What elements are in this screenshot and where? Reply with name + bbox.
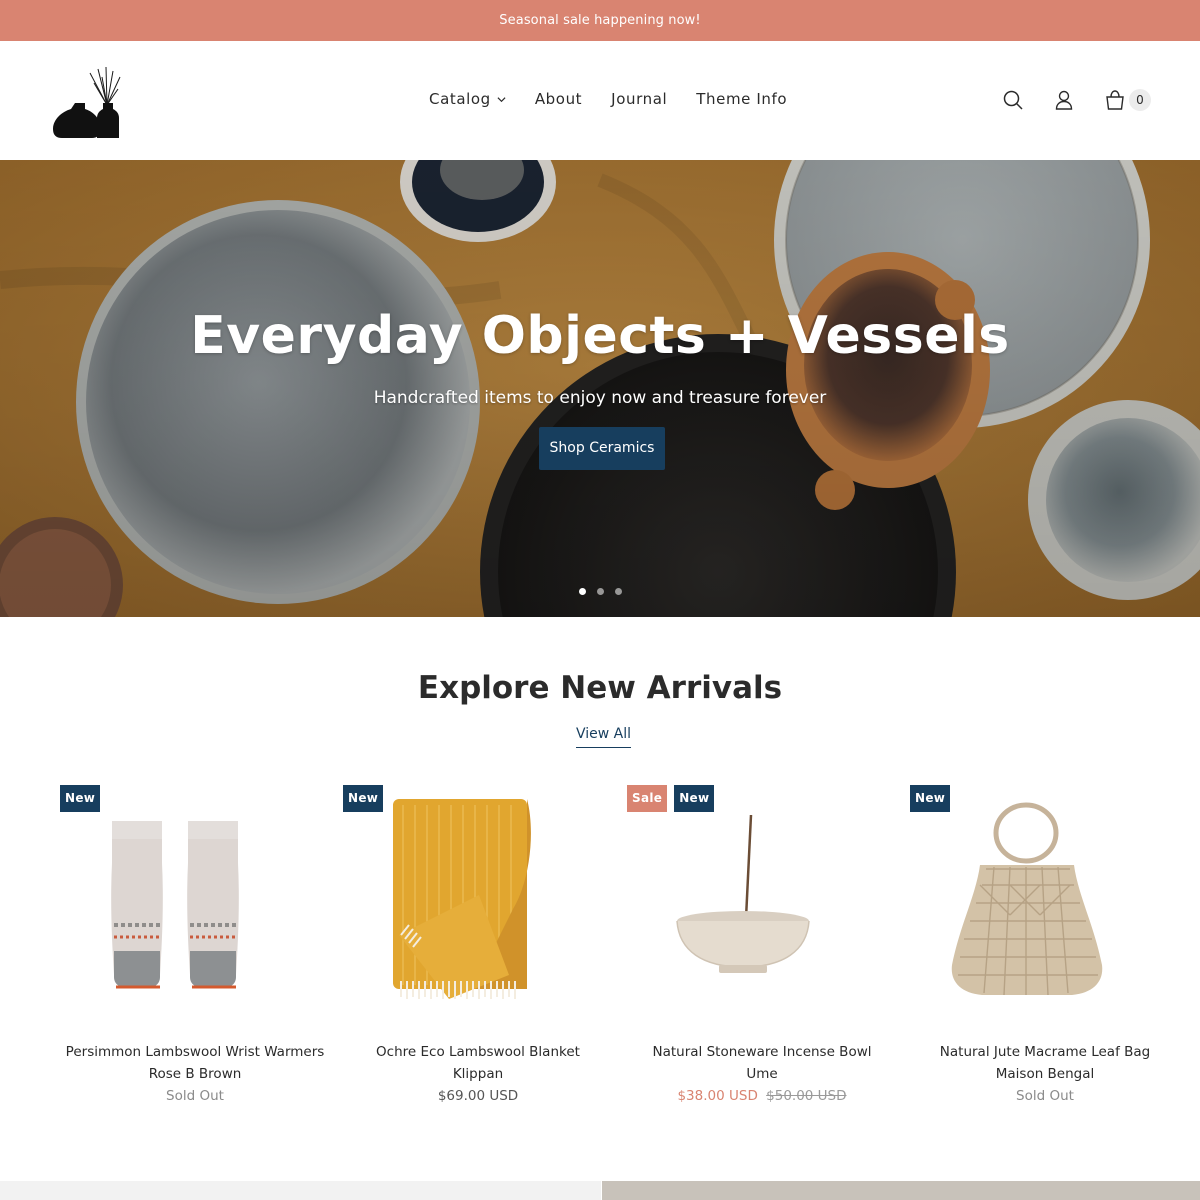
product-vendor: Klippan (452, 1066, 504, 1082)
shop-ceramics-button[interactable]: Shop Ceramics (539, 427, 665, 470)
announcement-bar: Seasonal sale happening now! (0, 0, 1200, 41)
product-name[interactable]: Natural Jute Macrame Leaf Bag (900, 1041, 1190, 1063)
product-title: Natural Stoneware Incense Bowl Ume (617, 1041, 907, 1085)
slideshow-dots (579, 588, 622, 595)
product-price: Sold Out (1016, 1088, 1074, 1104)
product-name[interactable]: Persimmon Lambswool Wrist Warmers (50, 1041, 340, 1063)
badge-row: New (60, 785, 101, 812)
product-price: Sold Out (166, 1088, 224, 1104)
nav-journal[interactable]: Journal (611, 90, 667, 108)
nav-theme-info[interactable]: Theme Info (696, 90, 787, 108)
product-image[interactable] (910, 785, 1180, 1025)
slide-dot-1[interactable] (579, 588, 586, 595)
product-name[interactable]: Ochre Eco Lambswool Blanket (333, 1041, 623, 1063)
account-icon[interactable] (1053, 89, 1075, 111)
sale-badge: Sale (627, 785, 668, 812)
chevron-down-icon (497, 96, 506, 102)
new-badge: New (343, 785, 384, 812)
section-title: Explore New Arrivals (417, 670, 783, 706)
product-vendor: Maison Bengal (995, 1066, 1095, 1082)
badge-row: Sale New (627, 785, 715, 812)
nav-catalog-label: Catalog (429, 90, 491, 108)
product-title: Ochre Eco Lambswool Blanket Klippan (333, 1041, 623, 1085)
product-image[interactable] (60, 785, 330, 1025)
product-card[interactable]: New Natural Jute Macrame Leaf Bag Maison… (910, 785, 1180, 1115)
product-price: $38.00 USD $50.00 USD (617, 1088, 907, 1104)
hero-slideshow: Everyday Objects + Vessels Handcrafted i… (0, 160, 1200, 617)
nav-theme-info-label: Theme Info (696, 90, 788, 108)
product-price: $69.00 USD (437, 1088, 519, 1104)
product-image[interactable] (627, 785, 897, 1025)
site-header: Catalog About Journal Theme Info 0 (0, 41, 1200, 160)
badge-row: New (343, 785, 384, 812)
store-logo[interactable] (50, 63, 122, 139)
new-badge: New (674, 785, 715, 812)
product-card[interactable]: Sale New Natural Stoneware Incense Bowl … (627, 785, 897, 1115)
main-nav: Catalog About Journal Theme Info (429, 90, 816, 108)
product-card[interactable]: New Ochre Eco Lambswool Blanket Klippan … (343, 785, 613, 1115)
nav-about-label: About (534, 90, 583, 108)
promo-block-left (0, 1181, 601, 1200)
cart-count-badge[interactable]: 0 (1129, 89, 1151, 111)
nav-journal-label: Journal (611, 90, 668, 108)
view-all-link[interactable]: View All (576, 726, 632, 748)
original-price: $50.00 USD (766, 1088, 847, 1104)
product-image[interactable] (343, 785, 613, 1025)
slide-dot-3[interactable] (615, 588, 622, 595)
slide-dot-2[interactable] (597, 588, 604, 595)
badge-row: New (910, 785, 951, 812)
promo-image-right (602, 1181, 1200, 1200)
announcement-text: Seasonal sale happening now! (499, 13, 701, 28)
new-badge: New (60, 785, 101, 812)
nav-about[interactable]: About (535, 90, 582, 108)
hero-title: Everyday Objects + Vessels (190, 306, 1010, 366)
product-vendor: Rose B Brown (148, 1066, 242, 1082)
product-card[interactable]: New Persimmon Lambswool Wrist Warmers Ro… (60, 785, 330, 1115)
search-icon[interactable] (1002, 89, 1024, 111)
cart-icon[interactable] (1104, 89, 1126, 111)
new-badge: New (910, 785, 951, 812)
product-title: Natural Jute Macrame Leaf Bag Maison Ben… (900, 1041, 1190, 1085)
product-title: Persimmon Lambswool Wrist Warmers Rose B… (50, 1041, 340, 1085)
product-vendor: Ume (746, 1066, 778, 1082)
sale-price: $38.00 USD (677, 1088, 758, 1104)
product-name[interactable]: Natural Stoneware Incense Bowl (617, 1041, 907, 1063)
nav-catalog[interactable]: Catalog (429, 90, 506, 108)
hero-subtitle: Handcrafted items to enjoy now and treas… (373, 388, 827, 408)
